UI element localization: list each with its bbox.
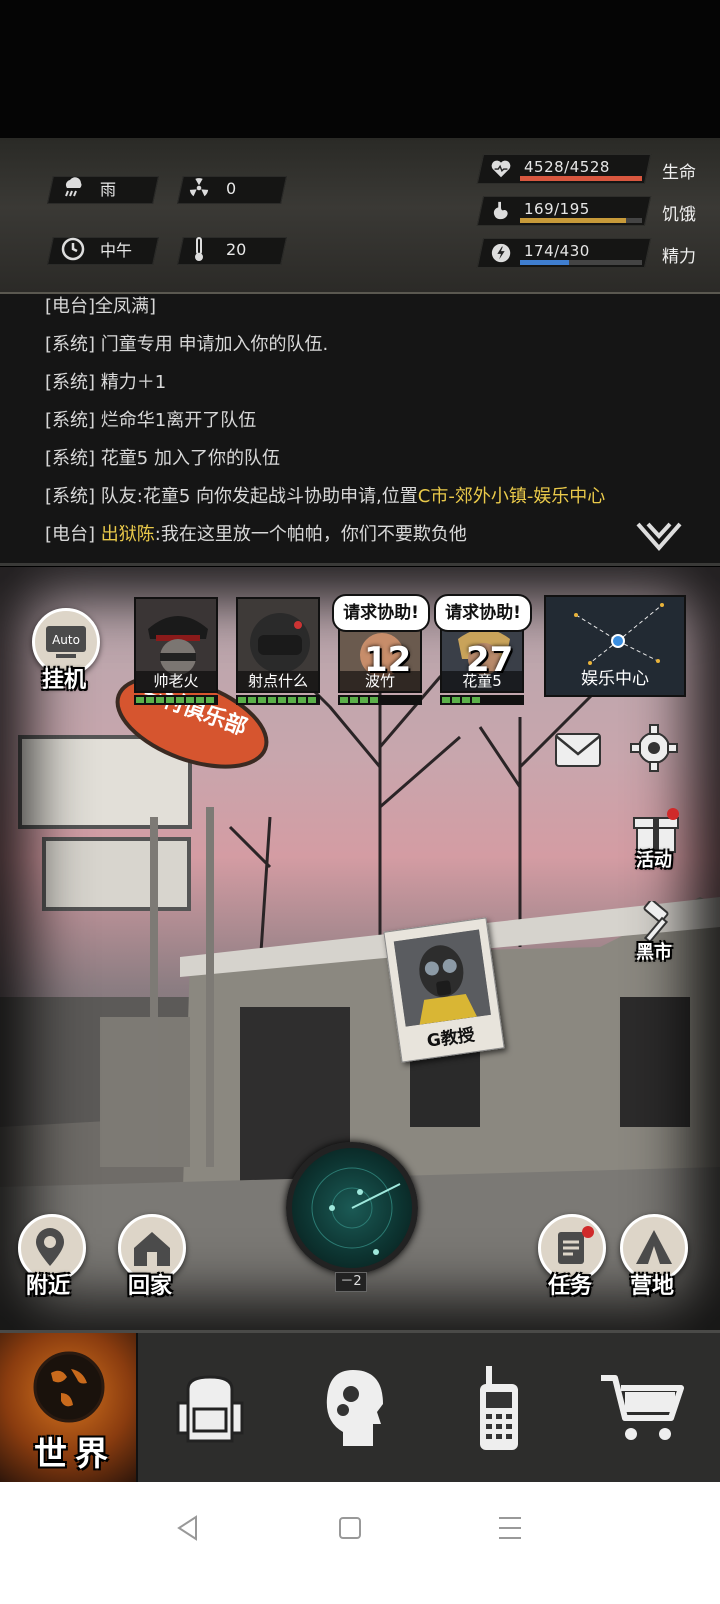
health-row: 4528/4528 生命 <box>476 154 720 184</box>
chat-line: [系统] 精力＋1 <box>45 372 167 393</box>
bottom-nav: 世界 <box>0 1330 720 1485</box>
heart-pulse-icon <box>491 160 511 178</box>
clipboard-icon <box>558 1226 594 1264</box>
settings-button[interactable] <box>624 718 684 778</box>
globe-icon <box>33 1351 105 1423</box>
status-panel: 雨 0 中午 20 4528/4528 生命 169/195 饥饿 174/43… <box>0 138 720 408</box>
hunger-row: 169/195 饥饿 <box>476 196 720 226</box>
rain-cloud-icon <box>60 175 86 201</box>
player-name[interactable]: 出狱陈 <box>101 524 155 545</box>
chat-lines: [电台]全凤满] [系统] 门童专用 申请加入你的队伍. [系统] 精力＋1 [… <box>45 294 705 554</box>
hunger-value: 169/195 <box>524 200 590 218</box>
top-blank-area <box>0 0 720 138</box>
home-label: 回家 <box>128 1274 173 1299</box>
activity-label: 活动 <box>636 850 672 871</box>
radar-icon <box>311 1167 401 1255</box>
energy-bolt-icon <box>491 243 511 263</box>
npc-portrait <box>393 929 491 1027</box>
energy-bar <box>520 260 569 265</box>
team-member-name: 射点什么 <box>238 671 318 691</box>
camp-label: 营地 <box>630 1274 675 1299</box>
hunger-bar <box>520 218 627 223</box>
system-navigation-bar <box>0 1482 720 1604</box>
npc-card[interactable]: G教授 <box>383 917 505 1063</box>
backpack-icon <box>176 1375 244 1443</box>
energy-row: 174/430 精力 <box>476 238 720 268</box>
chat-line: [系统] 烂命华1离开了队伍 <box>45 410 257 431</box>
radiation-icon <box>186 175 212 201</box>
chat-expand-button[interactable] <box>636 522 682 552</box>
radiation-value: 0 <box>226 178 237 198</box>
shopping-cart-icon <box>601 1375 684 1440</box>
stomach-icon <box>493 201 508 220</box>
tab-world-label: 世界 <box>34 1434 116 1473</box>
square-icon <box>339 1517 361 1539</box>
radar-level: －2 <box>335 1272 367 1292</box>
menu-system-button[interactable] <box>490 1508 530 1548</box>
help-request-bubble[interactable]: 请求协助! <box>332 594 430 632</box>
envelope-icon <box>555 733 601 767</box>
help-countdown: 12 <box>364 640 412 680</box>
team-member-hp <box>236 695 320 705</box>
thermometer-icon <box>186 236 212 262</box>
chat-line: [系统] 队友:花童5 向你发起战斗协助申请,位置C市-郊外小镇-娱乐中心 <box>45 486 606 507</box>
help-countdown: 27 <box>466 640 514 680</box>
help-request-bubble[interactable]: 请求协助! <box>434 594 532 632</box>
nearby-label: 附近 <box>26 1274 71 1299</box>
energy-value: 174/430 <box>524 242 590 260</box>
tab-backpack[interactable] <box>150 1333 270 1485</box>
map-location-button[interactable]: 娱乐中心 <box>544 595 686 697</box>
health-value: 4528/4528 <box>524 158 610 176</box>
team-member-hp <box>134 695 218 705</box>
team-member-portrait[interactable]: 帅老火 <box>134 597 218 693</box>
hunger-label: 饥饿 <box>662 205 696 225</box>
tab-skills[interactable] <box>294 1333 414 1485</box>
black-market-label: 黑市 <box>636 942 672 963</box>
task-label: 任务 <box>548 1274 593 1299</box>
tent-icon <box>636 1230 672 1264</box>
back-triangle-icon <box>177 1515 197 1541</box>
menu-lines-icon <box>499 1517 521 1539</box>
svg-text:Auto: Auto <box>52 633 80 647</box>
gear-icon <box>630 724 678 772</box>
location-link[interactable]: C市-郊外小镇-娱乐中心 <box>418 486 606 507</box>
gas-mask-avatar <box>393 929 491 1027</box>
tab-radio[interactable] <box>438 1333 558 1485</box>
team-member-hp <box>440 695 524 705</box>
location-pin-icon <box>36 1228 64 1266</box>
health-label: 生命 <box>662 163 696 183</box>
auto-monitor-icon: Auto <box>46 626 86 658</box>
energy-label: 精力 <box>662 247 696 267</box>
walkie-talkie-icon <box>480 1366 518 1450</box>
team-member-hp <box>338 695 422 705</box>
tab-world[interactable]: 世界 <box>0 1333 138 1485</box>
home-system-button[interactable] <box>330 1508 370 1548</box>
team-member-portrait[interactable]: 射点什么 <box>236 597 320 693</box>
chat-line: [电台] 出狱陈:我在这里放一个帕帕，你们不要欺负他 <box>45 524 467 545</box>
chevron-down-icon <box>636 522 682 552</box>
house-icon <box>134 1232 170 1266</box>
mail-button[interactable] <box>548 720 608 780</box>
chat-log[interactable]: [电台]全凤满] [系统] 门童专用 申请加入你的队伍. [系统] 精力＋1 [… <box>0 294 720 566</box>
weather-label: 雨 <box>100 180 117 199</box>
tab-shop[interactable] <box>582 1333 702 1485</box>
radar-scanner[interactable] <box>286 1142 418 1274</box>
chat-line: [系统] 花童5 加入了你的队伍 <box>45 448 280 469</box>
chat-line: [系统] 门童专用 申请加入你的队伍. <box>45 334 329 355</box>
back-button[interactable] <box>168 1508 208 1548</box>
chat-line: [电台]全凤满] <box>45 296 157 317</box>
temperature-value: 20 <box>226 239 247 259</box>
auto-label: 挂机 <box>42 668 87 693</box>
health-bar <box>520 176 642 181</box>
team-member-name: 帅老火 <box>136 671 216 691</box>
map-location-label: 娱乐中心 <box>581 669 649 689</box>
time-label: 中午 <box>100 241 133 260</box>
clock-icon <box>60 236 86 262</box>
map-icon <box>574 603 664 665</box>
head-gears-icon <box>326 1370 383 1446</box>
